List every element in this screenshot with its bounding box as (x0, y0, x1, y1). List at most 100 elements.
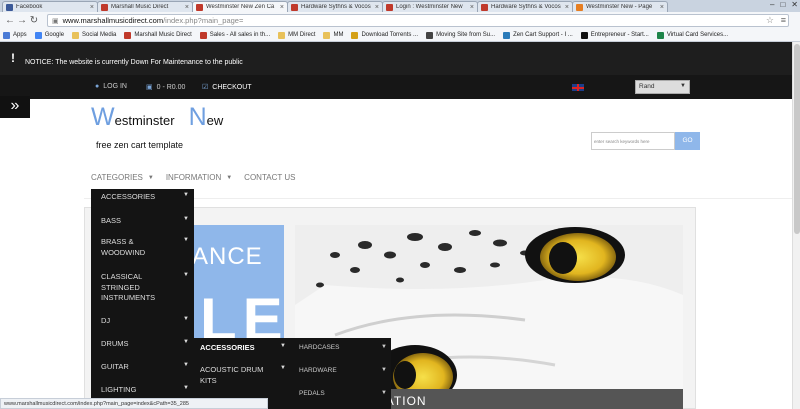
checkout-label: CHECKOUT (212, 83, 252, 91)
category-menu-item[interactable]: CLASSICAL STRINGED INSTRUMENTS ▼ (91, 272, 194, 304)
category-menu-item[interactable]: BRASS & WOODWIND ▼ (91, 237, 194, 258)
cart-link[interactable]: ▣ 0 - R0.00 (146, 83, 185, 92)
bookmark-item[interactable]: Entrepreneur - Start... (580, 31, 649, 39)
nav-categories[interactable]: CATEGORIES ▼ (91, 173, 154, 182)
back-icon[interactable]: ← (4, 15, 16, 26)
bookmark-label: Social Media (82, 32, 117, 38)
checkout-link[interactable]: ☑ CHECKOUT (202, 83, 252, 92)
bookmark-item[interactable]: Zen Cart Support - I ... (503, 31, 573, 39)
page-scrollbar[interactable] (792, 42, 800, 409)
menu-icon[interactable]: ≡ (781, 15, 786, 25)
currency-select[interactable]: Rand ▼ (635, 80, 690, 94)
bookmark-item[interactable]: MM (323, 31, 344, 39)
bookmark-item[interactable]: Marshall Music Direct (124, 31, 192, 39)
site-logo[interactable]: Westminster New (91, 103, 223, 132)
bookmark-label: Moving Site from Su... (436, 32, 496, 38)
tab-close-icon[interactable]: × (660, 4, 664, 11)
bookmark-label: Marshall Music Direct (134, 32, 192, 38)
drums-menu-item[interactable]: ACOUSTIC DRUM KITS ▼ (194, 365, 291, 386)
reload-icon[interactable]: ↻ (28, 15, 40, 26)
category-label: BRASS & WOODWIND (101, 237, 146, 257)
tab-title: Hardware Sythns & Vocos (301, 4, 371, 10)
accessories-menu-item[interactable]: HARDCASES ▼ (291, 344, 391, 351)
bookmark-item[interactable]: Google (34, 31, 64, 39)
browser-tab[interactable]: Facebook × (2, 1, 98, 12)
favicon-icon (291, 3, 298, 11)
nav-information[interactable]: INFORMATION ▼ (166, 173, 232, 182)
category-menu-item[interactable]: DJ ▼ (91, 316, 194, 327)
scrollbar-thumb[interactable] (794, 44, 800, 234)
category-label: CLASSICAL STRINGED INSTRUMENTS (101, 272, 156, 302)
checkbox-icon: ☑ (202, 84, 209, 91)
bookmark-item[interactable]: Apps (3, 31, 27, 39)
site-icon (426, 31, 434, 39)
categories-dropdown: ACCESSORIES ▼ BASS ▼ BRASS & WOODWIND ▼ CLASSI… (91, 189, 194, 409)
browser-tab[interactable]: Westminster New Zen Ca × (192, 1, 288, 12)
site-tagline: free zen cart template (96, 140, 184, 150)
bookmark-star-icon[interactable]: ☆ (766, 15, 774, 26)
drums-menu-item[interactable]: ACCESSORIES ▼ (194, 343, 291, 354)
accessories-menu-label: HARDCASES (299, 344, 340, 351)
bookmark-item[interactable]: Social Media (72, 31, 117, 39)
search-go-button[interactable]: GO (675, 132, 700, 150)
category-menu-item[interactable]: GUITAR ▼ (91, 362, 194, 373)
caret-down-icon: ▼ (280, 343, 286, 349)
category-label: DRUMS (101, 339, 129, 348)
tab-close-icon[interactable]: × (185, 4, 189, 11)
bookmark-item[interactable]: Moving Site from Su... (426, 31, 496, 39)
uk-flag-icon[interactable] (572, 84, 584, 91)
accessories-submenu: HARDCASES ▼ HARDWARE ▼ PEDALS ▼ (291, 338, 391, 409)
folder-icon (323, 31, 331, 39)
bookmarks-bar: Apps Google Social Media Marshall Music Dir… (0, 29, 800, 42)
tab-title: Hardware Sythns & Vocos (491, 4, 561, 10)
close-icon[interactable]: ✕ (791, 0, 798, 9)
nav-contact[interactable]: CONTACT US (244, 173, 295, 182)
category-menu-item[interactable]: ACCESSORIES ▼ (91, 192, 194, 203)
banner-text-1: ANCE (192, 243, 263, 270)
accessories-menu-label: PEDALS (299, 390, 325, 397)
browser-tab[interactable]: Hardware Sythns & Vocos × (477, 1, 573, 12)
bookmark-item[interactable]: Download Torrents ... (351, 31, 418, 39)
browser-tab[interactable]: Westminster New - Page × (572, 1, 668, 12)
browser-tab[interactable]: Marshall Music Direct × (97, 1, 193, 12)
bookmark-item[interactable]: Sales - All sales in th... (199, 31, 270, 39)
page-icon: ▣ (52, 17, 59, 25)
bookmark-item[interactable]: Virtual Card Services... (656, 31, 729, 39)
minimize-icon[interactable]: – (770, 0, 774, 9)
tab-title: Login : Westminster New (396, 4, 463, 10)
login-label: LOG IN (103, 83, 127, 90)
browser-tab[interactable]: Login : Westminster New × (382, 1, 478, 12)
bookmark-item[interactable]: MM Direct (278, 31, 315, 39)
category-menu-item[interactable]: LIGHTING ▼ (91, 385, 194, 396)
side-menu-toggle[interactable]: » (0, 96, 30, 118)
address-bar[interactable]: ▣ www.marshallmusicdirect.com/index.php?… (47, 14, 789, 27)
category-menu-item[interactable]: BASS ▼ (91, 216, 194, 227)
main-nav: CATEGORIES ▼ INFORMATION ▼ CONTACT US (91, 173, 307, 182)
search-input[interactable]: enter search keywords here (591, 132, 675, 150)
category-menu-item[interactable]: DRUMS ▼ (91, 339, 194, 350)
caret-down-icon: ▼ (147, 174, 154, 181)
tab-close-icon[interactable]: × (375, 4, 379, 11)
logo-word-1: estminster (114, 113, 175, 128)
accessories-menu-item[interactable]: HARDWARE ▼ (291, 367, 391, 374)
accessories-menu-label: HARDWARE (299, 367, 337, 374)
folder-icon (72, 31, 80, 39)
browser-tab[interactable]: Hardware Sythns & Vocos × (287, 1, 383, 12)
apps-icon (3, 31, 10, 39)
card-icon (656, 31, 664, 39)
bookmark-label: Virtual Card Services... (666, 32, 729, 38)
accessories-menu-item[interactable]: PEDALS ▼ (291, 390, 391, 397)
tab-close-icon[interactable]: × (280, 4, 284, 11)
tab-close-icon[interactable]: × (90, 4, 94, 11)
caret-down-icon: ▼ (183, 216, 189, 222)
bookmark-label: MM (333, 32, 344, 38)
forward-icon[interactable]: → (16, 15, 28, 26)
maximize-icon[interactable]: □ (780, 0, 785, 9)
url-host: www.marshallmusicdirect.com (62, 16, 164, 25)
currency-value: Rand (639, 83, 655, 90)
login-link[interactable]: ● LOG IN (95, 83, 127, 90)
tab-close-icon[interactable]: × (565, 4, 569, 11)
tab-close-icon[interactable]: × (470, 4, 474, 11)
logo-word-2: ew (206, 113, 224, 128)
status-bar: www.marshallmusicdirect.com/index.php?ma… (0, 398, 268, 409)
